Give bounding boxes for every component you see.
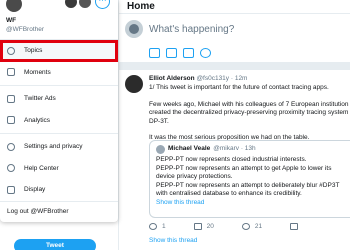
ads-icon <box>7 94 15 103</box>
tweet[interactable]: Elliot Alderson @fs0c131y · 12m 1/ This … <box>119 70 350 250</box>
heart-icon <box>241 223 250 230</box>
tweet-paragraph: Few weeks ago, Michael with his colleagu… <box>149 100 349 125</box>
emoji-icon[interactable] <box>200 48 211 58</box>
avatar[interactable] <box>4 0 24 14</box>
menu-item-label: Topics <box>24 47 43 55</box>
divider <box>0 133 118 134</box>
avatar <box>156 145 165 154</box>
account-avatar[interactable] <box>64 0 78 9</box>
more-accounts-button[interactable]: ··· <box>95 0 110 9</box>
quote-line: PEPP-PT now represents an attempt to get… <box>156 164 332 181</box>
menu-item-settings[interactable]: Settings and privacy <box>0 136 118 158</box>
menu-item-label: Analytics <box>24 116 51 124</box>
topics-icon <box>7 46 15 55</box>
reply-count: 1 <box>162 223 166 230</box>
quoted-tweet[interactable]: Michael Veale @mikarv · 13h PEPP-PT now … <box>149 140 350 218</box>
composer-toolbar <box>149 48 211 58</box>
menu-item-moments[interactable]: Moments <box>0 62 118 84</box>
menu-item-label: Help Center <box>24 164 59 172</box>
image-icon[interactable] <box>149 48 160 58</box>
menu-item-label: Twitter Ads <box>24 95 56 103</box>
menu-item-label: Settings and privacy <box>24 143 83 151</box>
quote-line: PEPP-PT now represents an attempt to del… <box>156 181 340 198</box>
retweet-button[interactable]: 20 <box>193 223 214 230</box>
menu-item-topics[interactable]: Topics <box>0 40 118 62</box>
share-button[interactable] <box>290 223 299 230</box>
reply-button[interactable]: 1 <box>149 223 166 230</box>
menu-item-display[interactable]: Display <box>0 179 118 201</box>
menu-item-help-center[interactable]: Help Center <box>0 158 118 180</box>
retweet-icon <box>193 223 202 230</box>
page-title: Home <box>119 0 350 14</box>
gif-icon[interactable] <box>166 48 177 58</box>
like-button[interactable]: 21 <box>241 223 263 230</box>
help-icon <box>7 164 15 173</box>
menu-item-analytics[interactable]: Analytics <box>0 110 118 132</box>
divider <box>119 62 350 70</box>
quote-author-name: Michael Veale <box>168 145 211 153</box>
analytics-icon <box>7 116 15 125</box>
quote-show-thread-link[interactable]: Show this thread <box>156 199 350 208</box>
logout-button[interactable]: Log out @WFBrother <box>0 200 118 222</box>
menu-profile[interactable]: ··· WF @WFBrother <box>0 0 118 40</box>
tweet-button[interactable]: Tweet <box>14 239 96 250</box>
show-thread-link[interactable]: Show this thread <box>149 237 197 244</box>
moments-icon <box>7 68 15 77</box>
timeline: Home What's happening? Elliot Alderson @… <box>118 0 350 250</box>
account-menu: ··· WF @WFBrother Topics Moments Twitter… <box>0 0 118 222</box>
quote-header: Michael Veale @mikarv · 13h <box>156 145 350 154</box>
tweet-paragraph: 1/ This tweet is important for the futur… <box>149 84 329 91</box>
retweet-count: 20 <box>206 223 214 230</box>
gear-icon <box>7 142 15 151</box>
profile-name: WF <box>6 17 17 24</box>
tweet-author-meta: @fs0c131y · 12m <box>196 75 248 82</box>
menu-list: Topics Moments Twitter Ads Analytics Set… <box>0 40 118 201</box>
avatar[interactable] <box>125 75 143 93</box>
menu-item-label: Moments <box>24 68 51 76</box>
avatar[interactable] <box>125 20 143 38</box>
menu-item-twitter-ads[interactable]: Twitter Ads <box>0 88 118 110</box>
tweet-header: Elliot Alderson @fs0c131y · 12m <box>149 75 247 82</box>
divider <box>0 85 118 86</box>
menu-item-label: Display <box>24 186 46 194</box>
display-icon <box>7 185 15 194</box>
quote-line: PEPP-PT now represents closed industrial… <box>156 156 307 163</box>
tweet-author-name[interactable]: Elliot Alderson <box>149 75 195 82</box>
account-avatar[interactable] <box>78 0 92 9</box>
tweet-actions: 1 20 21 <box>149 223 299 230</box>
poll-icon[interactable] <box>183 48 194 58</box>
compose-input[interactable]: What's happening? <box>149 24 234 35</box>
profile-handle: @WFBrother <box>6 26 45 33</box>
quote-author-meta: @mikarv · 13h <box>213 145 256 153</box>
tweet-composer: What's happening? <box>119 14 350 62</box>
share-icon <box>290 223 299 230</box>
reply-icon <box>149 223 157 230</box>
like-count: 21 <box>254 223 263 230</box>
